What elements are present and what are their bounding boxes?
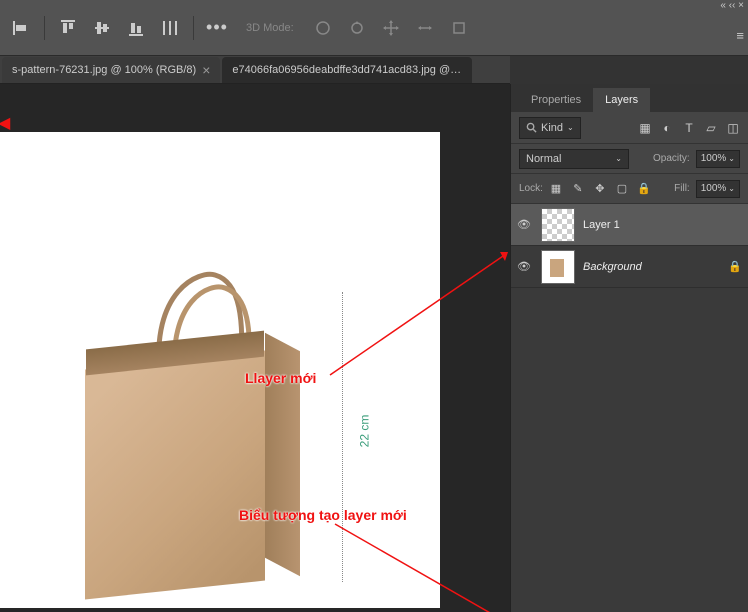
filter-type-icon[interactable]: T bbox=[682, 121, 696, 135]
tab-label: e74066fa06956deabdffe3dd741acd83.jpg @ 5… bbox=[232, 64, 462, 76]
layer-row-1[interactable]: 👁 Background 🔒 bbox=[511, 246, 748, 288]
filter-shape-icon[interactable]: ▱ bbox=[704, 121, 718, 135]
layer-thumbnail[interactable] bbox=[541, 250, 575, 284]
3d-pan-icon[interactable] bbox=[376, 13, 406, 43]
opacity-value[interactable]: 100%⌄ bbox=[696, 150, 740, 168]
layers-list: 👁 Layer 1 👁 Background 🔒 bbox=[511, 204, 748, 612]
bag-image bbox=[55, 220, 355, 612]
3d-mode-label: 3D Mode: bbox=[246, 22, 294, 34]
layer-row-0[interactable]: 👁 Layer 1 bbox=[511, 204, 748, 246]
layer-name[interactable]: Layer 1 bbox=[583, 219, 620, 231]
filter-smart-icon[interactable]: ◫ bbox=[726, 121, 740, 135]
blend-mode-select[interactable]: Normal ⌄ bbox=[519, 149, 629, 169]
visibility-toggle-icon[interactable]: 👁 bbox=[517, 260, 533, 273]
lock-brush-icon[interactable]: ✎ bbox=[571, 182, 585, 195]
layers-tab[interactable]: Layers bbox=[593, 88, 650, 112]
close-tab-icon[interactable]: × bbox=[202, 62, 210, 78]
align-top-icon[interactable] bbox=[53, 13, 83, 43]
filter-pixel-icon[interactable]: ▦ bbox=[638, 121, 652, 135]
doc-tab-0[interactable]: s-pattern-76231.jpg @ 100% (RGB/8) × bbox=[2, 57, 220, 83]
filter-adjust-icon[interactable]: ◐ bbox=[660, 121, 674, 135]
align-vcenter-icon[interactable] bbox=[87, 13, 117, 43]
annotation-new-layer-icon: Biểu tượng tạo layer mới bbox=[239, 507, 407, 523]
lock-artboard-icon[interactable]: ▢ bbox=[615, 182, 629, 195]
panel-tabs: Properties Layers bbox=[511, 84, 748, 112]
lock-all-icon[interactable]: 🔒 bbox=[637, 182, 651, 195]
window-controls: « ‹‹ × bbox=[720, 0, 744, 11]
layer-kind-filter[interactable]: Kind ⌄ bbox=[519, 117, 581, 139]
align-left-icon[interactable] bbox=[6, 13, 36, 43]
distribute-icon[interactable] bbox=[155, 13, 185, 43]
annotation-new-layer: Llayer mới bbox=[245, 370, 316, 386]
lock-label: Lock: bbox=[519, 183, 543, 194]
search-icon bbox=[526, 122, 537, 133]
lock-pixels-icon[interactable]: ▦ bbox=[549, 182, 563, 195]
panel-menu-icon[interactable]: ≡ bbox=[736, 28, 744, 43]
visibility-toggle-icon[interactable]: 👁 bbox=[517, 218, 533, 231]
doc-tab-1[interactable]: e74066fa06956deabdffe3dd741acd83.jpg @ 5… bbox=[222, 57, 472, 83]
document-tabs: s-pattern-76231.jpg @ 100% (RGB/8) × e74… bbox=[0, 56, 510, 84]
tab-label: s-pattern-76231.jpg @ 100% (RGB/8) bbox=[12, 64, 196, 76]
3d-orbit-icon[interactable] bbox=[308, 13, 338, 43]
chevron-down-icon: ⌄ bbox=[615, 154, 622, 163]
options-bar: ••• 3D Mode: bbox=[0, 0, 748, 56]
3d-scale-icon[interactable] bbox=[444, 13, 474, 43]
dim-height: 22 cm bbox=[357, 415, 371, 448]
opacity-label: Opacity: bbox=[653, 153, 690, 164]
blend-mode-row: Normal ⌄ Opacity: 100%⌄ bbox=[511, 144, 748, 174]
dim-guide-v bbox=[342, 292, 343, 582]
blend-mode-value: Normal bbox=[526, 153, 561, 165]
artboard bbox=[0, 132, 440, 608]
fill-label: Fill: bbox=[674, 183, 690, 194]
layer-thumbnail[interactable] bbox=[541, 208, 575, 242]
properties-tab[interactable]: Properties bbox=[519, 88, 593, 112]
3d-roll-icon[interactable] bbox=[342, 13, 372, 43]
lock-icon[interactable]: 🔒 bbox=[728, 260, 742, 273]
align-bottom-icon[interactable] bbox=[121, 13, 151, 43]
annotation-pointer: ◀ bbox=[0, 113, 10, 133]
fill-value[interactable]: 100%⌄ bbox=[696, 180, 740, 198]
lock-position-icon[interactable]: ✥ bbox=[593, 182, 607, 195]
more-options-icon[interactable]: ••• bbox=[202, 13, 232, 43]
layer-name[interactable]: Background bbox=[583, 261, 642, 273]
3d-slide-icon[interactable] bbox=[410, 13, 440, 43]
layer-filter-row: Kind ⌄ ▦ ◐ T ▱ ◫ bbox=[511, 112, 748, 144]
lock-row: Lock: ▦ ✎ ✥ ▢ 🔒 Fill: 100%⌄ bbox=[511, 174, 748, 204]
canvas[interactable]: 22 cm 16 cm 8 cm Llayer mới Biểu tượng t… bbox=[0, 84, 510, 612]
layers-panel: Properties Layers ≡ Kind ⌄ ▦ ◐ T ▱ ◫ Nor… bbox=[510, 84, 748, 612]
chevron-down-icon: ⌄ bbox=[567, 123, 574, 132]
filter-label: Kind bbox=[541, 122, 563, 134]
